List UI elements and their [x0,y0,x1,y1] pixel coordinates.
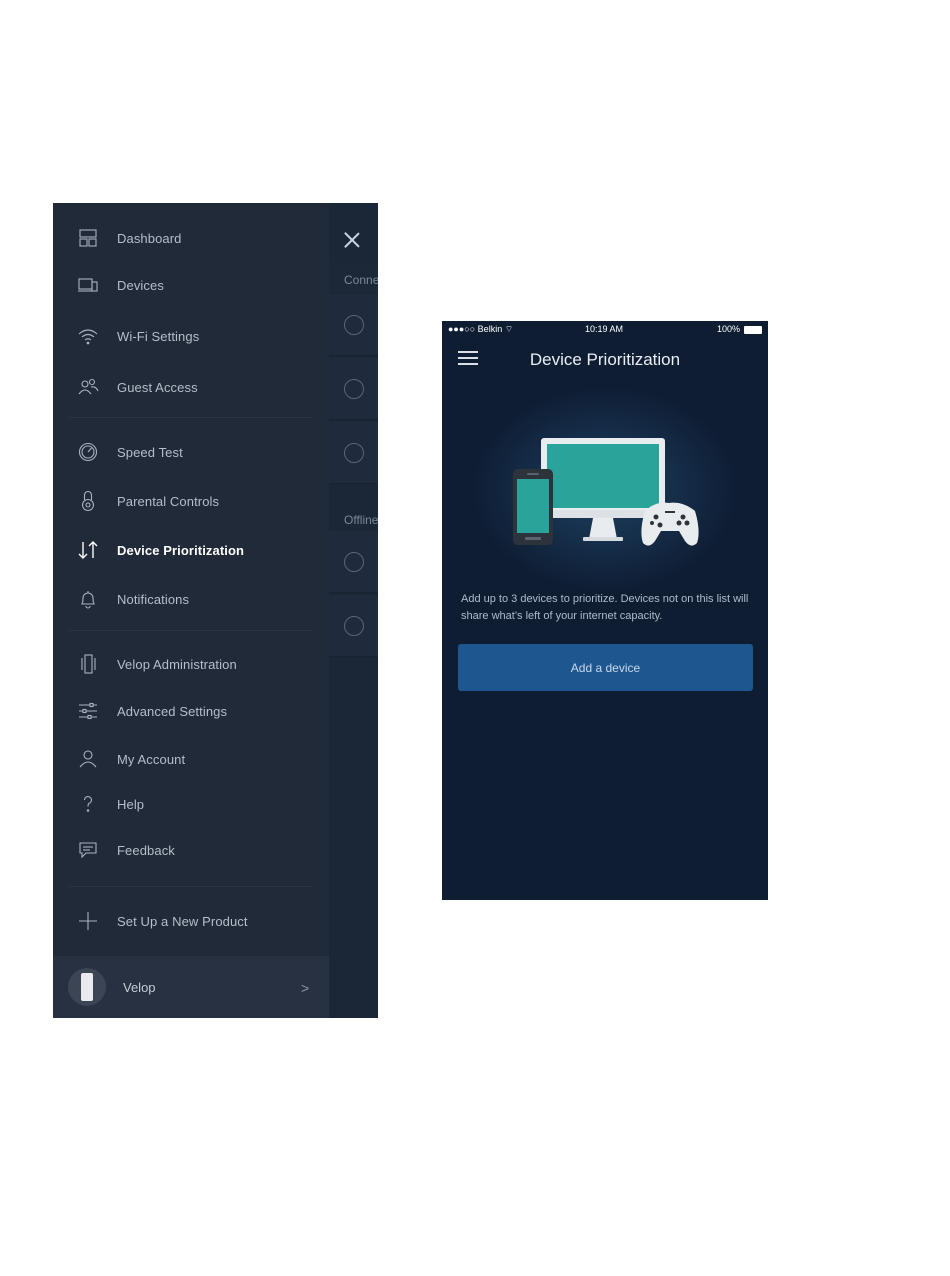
device-row[interactable] [329,422,378,484]
prioritization-arrows-icon [77,539,99,561]
nav-item-speed-test[interactable]: Speed Test [53,432,329,472]
drawer-divider [69,886,311,887]
nav-item-label: Velop Administration [117,656,237,672]
device-status-icon [344,315,364,335]
velop-node-avatar [68,968,106,1006]
nav-item-dashboard[interactable]: Dashboard [53,218,329,258]
nav-item-label: Advanced Settings [117,703,228,719]
nav-item-label: Wi-Fi Settings [117,328,200,344]
device-prioritization-screen: ●●●○○ Belkin ⌔ 10:19 AM 100% Device Prio… [442,321,768,900]
game-controller-icon [641,502,699,546]
battery-percent: 100% [717,324,741,334]
chevron-right-icon: > [301,980,310,996]
section-label-connected: Conne [344,273,378,287]
status-time: 10:19 AM [585,324,624,334]
nav-item-label: Devices [117,277,164,293]
nav-item-guest-access[interactable]: Guest Access [53,367,329,407]
device-status-icon [344,443,364,463]
nav-item-velop-administration[interactable]: Velop Administration [53,644,329,684]
parental-controls-icon [77,490,99,512]
nav-item-help[interactable]: Help [53,784,329,824]
nav-item-my-account[interactable]: My Account [53,739,329,779]
velop-admin-icon [77,653,99,675]
nav-item-label: Help [117,796,145,812]
nav-item-feedback[interactable]: Feedback [53,830,329,870]
device-row[interactable] [329,531,378,593]
drawer-divider [69,417,311,418]
speed-test-icon [77,441,99,463]
nav-item-advanced-settings[interactable]: Advanced Settings [53,691,329,731]
nav-item-notifications[interactable]: Notifications [53,579,329,619]
device-status-icon [344,379,364,399]
nav-item-label: Parental Controls [117,493,220,509]
device-row[interactable] [329,358,378,420]
section-label-offline: Offline [344,513,378,527]
wifi-icon [77,325,99,347]
nav-item-label: Set Up a New Product [117,913,248,929]
devices-illustration [505,431,705,551]
device-status-icon [344,616,364,636]
page-title: Device Prioritization [529,350,681,369]
device-row[interactable] [329,294,378,356]
bell-icon [77,588,99,610]
battery-icon [744,326,762,334]
nav-item-devices[interactable]: Devices [53,265,329,305]
nav-item-label: Device Prioritization [117,542,245,558]
prioritization-description: Add up to 3 devices to prioritize. Devic… [461,593,749,622]
velop-profile-row[interactable]: Velop > [53,956,329,1018]
question-icon [77,793,99,815]
nav-item-device-prioritization[interactable]: Device Prioritization [53,530,329,570]
nav-item-label: Notifications [117,591,190,607]
chat-icon [77,839,99,861]
add-device-button[interactable]: Add a device [458,644,753,691]
nav-item-label: Speed Test [117,444,183,460]
dashboard-icon [77,227,99,249]
nav-item-wifi-settings[interactable]: Wi-Fi Settings [53,316,329,356]
devices-icon [77,274,99,296]
nav-item-label: Guest Access [117,379,198,395]
nav-item-set-up-new-product[interactable]: Set Up a New Product [53,901,329,941]
plus-icon [77,910,99,932]
guest-access-icon [77,376,99,398]
nav-item-parental-controls[interactable]: Parental Controls [53,481,329,521]
carrier-signal: ●●●○○ Belkin ⌔ [448,324,514,334]
device-status-icon [344,552,364,572]
profile-label: Velop [123,980,156,995]
close-icon[interactable] [343,231,361,249]
side-drawer: Dashboard Devices Wi-Fi Settings Guest A… [53,203,329,1018]
device-row[interactable] [329,595,378,657]
nav-item-label: Feedback [117,842,175,858]
background-device-list: Conne Offline [329,203,378,1018]
navigation-drawer-screen: Conne Offline Dashboard Devices Wi-Fi Se… [53,203,378,1018]
phone-icon [513,469,553,545]
nav-item-label: My Account [117,751,186,767]
status-bar: ●●●○○ Belkin ⌔ 10:19 AM 100% [442,321,768,339]
drawer-divider [69,630,311,631]
sliders-icon [77,700,99,722]
nav-item-label: Dashboard [117,230,182,246]
user-icon [77,748,99,770]
